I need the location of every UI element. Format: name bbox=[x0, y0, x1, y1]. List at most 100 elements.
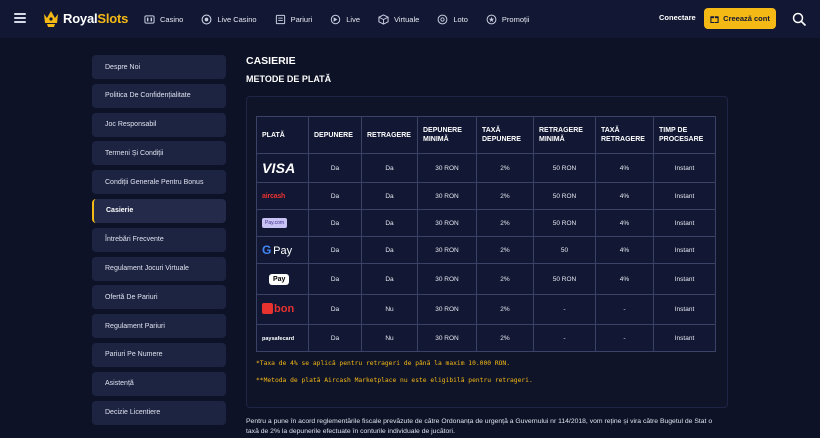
table-cell: - bbox=[595, 294, 654, 325]
page-title: CASIERIE bbox=[246, 55, 296, 67]
table-row: VISA Da Da 30 RON 2% 50 RON 4% Instant bbox=[256, 153, 716, 183]
table-cell: Instant bbox=[653, 153, 716, 183]
sidebar-item-asistenta[interactable]: Asistență bbox=[92, 371, 226, 396]
table-row: aircash Da Da 30 RON 2% 50 RON 4% Instan… bbox=[256, 182, 716, 210]
table-cell: 2% bbox=[476, 263, 534, 295]
sidebar-item-intrebari-frecvente[interactable]: Întrebări Frecvente bbox=[92, 227, 226, 252]
table-cell: Instant bbox=[653, 182, 716, 210]
table-cell: Da bbox=[361, 263, 418, 295]
table-cell: 2% bbox=[476, 153, 534, 183]
main-nav: Casino Live Casino Pariuri Live Virtuale… bbox=[144, 0, 547, 38]
sidebar-item-decizie-licentiere[interactable]: Decizie Licentiere bbox=[92, 400, 226, 425]
visa-logo: VISA bbox=[256, 153, 309, 183]
nav-promotii[interactable]: Promoții bbox=[486, 14, 530, 25]
table-row: paysafecard Da Nu 30 RON 2% - - Instant bbox=[256, 324, 716, 352]
table-cell: Da bbox=[361, 209, 418, 237]
col-header-retragere: RETRAGERE bbox=[361, 116, 418, 154]
col-header-depunere: DEPUNERE bbox=[308, 116, 362, 154]
nav-loto-label: Loto bbox=[453, 14, 468, 24]
sports-betting-icon bbox=[275, 14, 285, 24]
payment-methods-table: PLATĂ DEPUNERE RETRAGERE DEPUNERE MINIMĂ… bbox=[256, 116, 716, 352]
nav-pariuri-label: Pariuri bbox=[290, 14, 313, 24]
section-title: METODE DE PLATĂ bbox=[246, 74, 332, 84]
table-row: G Pay Da Da 30 RON 2% 50 4% Instant bbox=[256, 236, 716, 264]
nav-live-casino-label: Live Casino bbox=[217, 14, 257, 24]
aircash-logo: aircash bbox=[256, 182, 309, 210]
table-cell: Nu bbox=[361, 294, 418, 325]
paysafecard-logo-text: paysafecard bbox=[262, 335, 295, 342]
menu-icon[interactable] bbox=[14, 13, 26, 23]
live-casino-icon bbox=[201, 14, 212, 24]
google-pay-logo-text: Pay bbox=[273, 245, 293, 257]
table-cell: Instant bbox=[653, 236, 716, 264]
table-cell: - bbox=[595, 324, 654, 352]
google-g-icon: G bbox=[262, 243, 272, 257]
sidebar-item-despre-noi[interactable]: Despre Noi bbox=[92, 55, 226, 79]
tax-info-paragraph: Pentru a pune în acord reglementările fi… bbox=[246, 418, 713, 435]
register-button[interactable]: Creează cont bbox=[704, 8, 776, 29]
col-header-taxa-depunere: TAXĂ DEPUNERE bbox=[476, 116, 534, 154]
table-cell: 2% bbox=[476, 182, 534, 210]
nav-loto[interactable]: Loto bbox=[437, 14, 468, 25]
col-header-depunere-minima: DEPUNERE MINIMĂ bbox=[417, 116, 477, 154]
col-header-taxa-retragere: TAXĂ RETRAGERE bbox=[595, 116, 654, 154]
live-icon bbox=[331, 14, 341, 24]
gift-icon bbox=[710, 16, 719, 23]
table-cell: Da bbox=[308, 153, 362, 183]
table-cell: 2% bbox=[476, 209, 534, 237]
sidebar-item-regulament-jocuri-virtuale[interactable]: Regulament Jocuri Virtuale bbox=[92, 256, 226, 281]
login-button[interactable]: Conectare bbox=[659, 13, 696, 22]
nav-live-casino[interactable]: Live Casino bbox=[201, 14, 257, 25]
table-cell: 4% bbox=[595, 182, 654, 210]
sidebar-item-politica-confidentialitate[interactable]: Politica De Confidențialitate bbox=[92, 83, 226, 108]
table-cell: 2% bbox=[476, 324, 534, 352]
casino-icon bbox=[144, 14, 155, 24]
apple-pay-logo: Pay bbox=[256, 263, 309, 295]
nav-casino-label: Casino bbox=[160, 14, 184, 24]
nav-casino[interactable]: Casino bbox=[144, 14, 183, 25]
table-cell: Da bbox=[308, 209, 362, 237]
table-cell: Instant bbox=[653, 209, 716, 237]
table-cell: 2% bbox=[476, 294, 534, 325]
sidebar-item-conditii-bonus[interactable]: Condiții Generale Pentru Bonus bbox=[92, 170, 226, 195]
promotions-icon bbox=[486, 14, 497, 24]
table-cell: 4% bbox=[595, 153, 654, 183]
table-cell: Da bbox=[308, 182, 362, 210]
sidebar-item-termeni-conditii[interactable]: Termeni Și Condiții bbox=[92, 141, 226, 166]
nav-virtuale[interactable]: Virtuale bbox=[378, 13, 420, 25]
table-cell: 50 RON bbox=[533, 209, 596, 237]
nav-pariuri[interactable]: Pariuri bbox=[275, 14, 313, 25]
col-header-plata: PLATĂ bbox=[256, 116, 309, 154]
abon-logo: bon bbox=[256, 294, 309, 325]
table-cell: Da bbox=[361, 153, 418, 183]
table-row: bon Da Nu 30 RON 2% - - Instant bbox=[256, 294, 716, 325]
nav-virtuale-label: Virtuale bbox=[394, 14, 420, 24]
table-cell: Instant bbox=[653, 263, 716, 295]
info-sidebar: Despre Noi Politica De Confidențialitate… bbox=[92, 55, 226, 429]
sidebar-item-regulament-pariuri[interactable]: Regulament Pariuri bbox=[92, 314, 226, 339]
search-icon[interactable] bbox=[792, 12, 806, 26]
sidebar-item-pariuri-numere[interactable]: Pariuri Pe Numere bbox=[92, 342, 226, 367]
table-cell: 30 RON bbox=[417, 182, 477, 210]
table-cell: 50 RON bbox=[533, 263, 596, 295]
paysafecard-logo: paysafecard bbox=[256, 324, 309, 352]
table-cell: Da bbox=[308, 236, 362, 264]
sidebar-item-oferta-pariuri[interactable]: Ofertă De Pariuri bbox=[92, 285, 226, 310]
nav-live[interactable]: Live bbox=[330, 14, 360, 25]
table-cell: 50 bbox=[533, 236, 596, 264]
sidebar-item-casierie[interactable]: Casierie bbox=[92, 198, 226, 223]
table-cell: Da bbox=[308, 324, 362, 352]
paycom-logo-text: Pay.com bbox=[262, 218, 288, 228]
table-row: Pay Da Da 30 RON 2% 50 RON 4% Instant bbox=[256, 263, 716, 295]
table-cell: - bbox=[533, 294, 596, 325]
table-cell: Da bbox=[361, 236, 418, 264]
table-cell: 50 RON bbox=[533, 153, 596, 183]
nav-live-label: Live bbox=[346, 14, 361, 24]
sidebar-item-joc-responsabil[interactable]: Joc Responsabil bbox=[92, 112, 226, 137]
table-cell: Instant bbox=[653, 294, 716, 325]
table-cell: 30 RON bbox=[417, 294, 477, 325]
nav-promotii-label: Promoții bbox=[501, 14, 530, 24]
footnote-aircash: **Metoda de plată Aircash Marketplace nu… bbox=[256, 377, 533, 384]
royalslots-logo[interactable]: RoyalSlots bbox=[42, 9, 128, 28]
footnote-withdrawal-fee: *Taxa de 4% se aplică pentru retrageri d… bbox=[256, 360, 511, 367]
